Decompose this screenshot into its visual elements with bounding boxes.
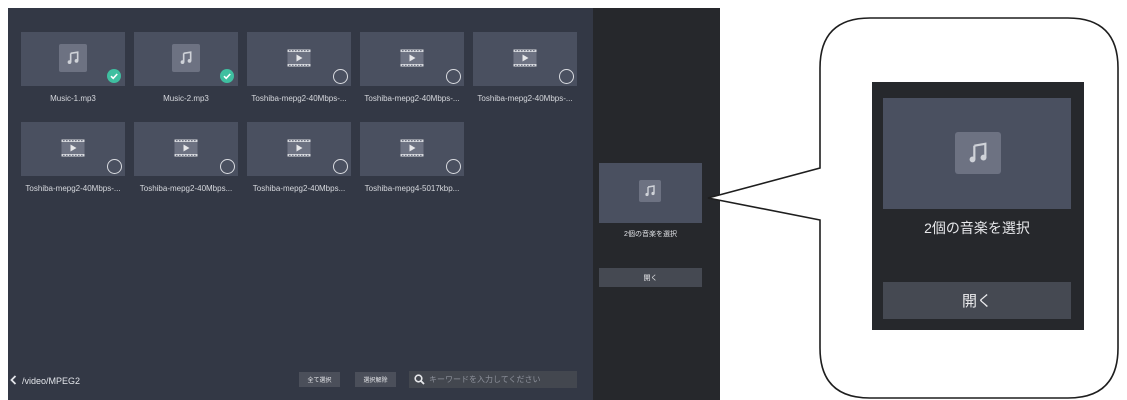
music-note-icon [955, 132, 1001, 174]
zoomed-open-button[interactable]: 開く [883, 282, 1071, 319]
zoomed-selection-panel: 2個の音楽を選択 開く [872, 82, 1084, 330]
zoomed-selection-text: 2個の音楽を選択 [924, 220, 1030, 236]
zoomed-thumbnail [883, 98, 1071, 209]
